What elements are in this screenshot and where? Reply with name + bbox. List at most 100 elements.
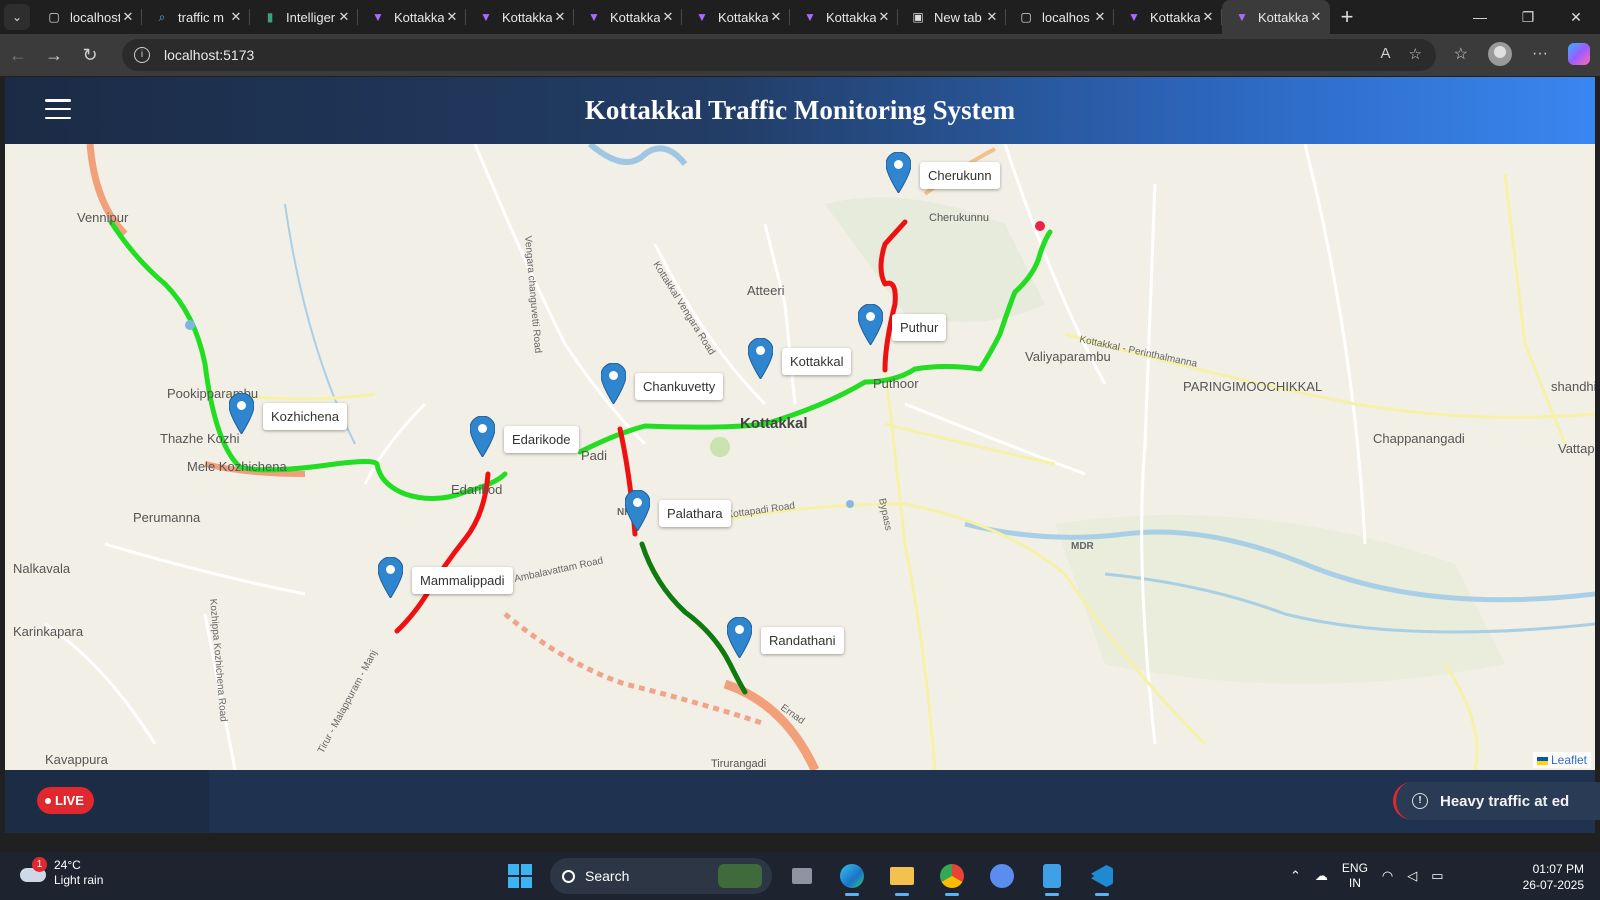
favorite-star-icon[interactable]: ☆ xyxy=(1409,45,1422,63)
browser-tab[interactable]: ▼ Kottakka ✕ xyxy=(682,0,790,34)
alert-text: Heavy traffic at ed xyxy=(1440,792,1570,810)
map-canvas: Vennipur Pookipparambu Thazhe Kozhi Mele… xyxy=(5,144,1595,770)
attribution-link[interactable]: Leaflet xyxy=(1551,753,1587,767)
close-tab-icon[interactable]: ✕ xyxy=(336,9,352,25)
weather-condition: Light rain xyxy=(54,873,104,887)
copilot-icon[interactable] xyxy=(1568,43,1590,65)
tab-title: Kottakka xyxy=(826,9,876,25)
wifi-icon[interactable]: ◠ xyxy=(1382,868,1393,884)
taskbar-search[interactable]: Search xyxy=(550,858,772,894)
place-name: Padi xyxy=(581,448,607,463)
place-name: Edarikod xyxy=(451,482,502,497)
place-name: Cherukunnu xyxy=(929,212,989,224)
traffic-map[interactable]: Vennipur Pookipparambu Thazhe Kozhi Mele… xyxy=(5,144,1595,770)
close-tab-icon[interactable]: ✕ xyxy=(552,9,568,25)
temperature: 24°C xyxy=(54,858,81,872)
map-marker-label[interactable]: Puthur xyxy=(892,314,947,341)
browser-tab[interactable]: ▢ localhos ✕ xyxy=(1006,0,1114,34)
map-marker-label[interactable]: Mammalippadi xyxy=(412,567,513,594)
more-menu-icon[interactable]: ··· xyxy=(1532,45,1548,63)
onedrive-icon[interactable]: ☁ xyxy=(1315,868,1328,884)
browser-tab[interactable]: ▼ Kottakka ✕ xyxy=(1114,0,1222,34)
tab-title: localhos xyxy=(1042,9,1090,25)
close-window-button[interactable]: ✕ xyxy=(1552,0,1600,34)
address-bar[interactable]: i localhost:5173 A ☆ xyxy=(122,39,1436,71)
browser-tab[interactable]: ▼ Kottakka ✕ xyxy=(358,0,466,34)
browser-tab[interactable]: ▼ Kottakka ✕ xyxy=(574,0,682,34)
footer-status-panel: LIVE xyxy=(5,770,209,833)
browser-tab[interactable]: ▢ localhost: ✕ xyxy=(34,0,142,34)
tab-title: Kottakka xyxy=(502,9,552,25)
windows-start-icon[interactable] xyxy=(500,856,540,896)
map-marker-pin[interactable] xyxy=(886,152,911,193)
browser-tab[interactable]: ▼ Kottakka ✕ xyxy=(466,0,574,34)
profile-avatar[interactable] xyxy=(1488,42,1513,66)
road-name: MDR xyxy=(1071,541,1095,552)
store-app-icon[interactable] xyxy=(982,856,1022,896)
forward-button[interactable]: → xyxy=(36,45,72,66)
refresh-button[interactable]: ↻ xyxy=(72,45,108,66)
edge-browser-icon[interactable] xyxy=(832,856,872,896)
browser-tab[interactable]: ▮ Intelliger ✕ xyxy=(250,0,358,34)
map-marker-label[interactable]: Cherukunn xyxy=(920,162,1000,189)
map-marker-pin[interactable] xyxy=(378,557,403,598)
traffic-alert-ticker[interactable]: ! Heavy traffic at ed xyxy=(1393,782,1600,820)
app-footer: LIVE ! Heavy traffic at ed xyxy=(5,770,1600,833)
place-name: Vattap xyxy=(1558,441,1595,456)
new-tab-button[interactable]: + xyxy=(1330,4,1364,30)
weather-widget[interactable]: 1 24°C Light rain xyxy=(18,857,104,888)
browser-tab[interactable]: ⌕ traffic m ✕ xyxy=(142,0,250,34)
chevron-up-icon[interactable]: ⌃ xyxy=(1290,868,1301,884)
notepad-icon[interactable] xyxy=(1032,856,1072,896)
language-indicator[interactable]: ENG IN xyxy=(1342,861,1368,891)
map-marker-label[interactable]: Randathani xyxy=(761,627,844,654)
favorites-icon[interactable]: ☆ xyxy=(1454,44,1468,64)
tab-title: Kottakka xyxy=(718,9,768,25)
file-explorer-icon[interactable] xyxy=(882,856,922,896)
map-marker-label[interactable]: Kozhichena xyxy=(263,403,347,430)
close-tab-icon[interactable]: ✕ xyxy=(228,9,244,25)
live-label: LIVE xyxy=(55,793,84,808)
minimize-button[interactable]: — xyxy=(1456,0,1504,34)
clock-date: 26-07-2025 xyxy=(1522,878,1584,892)
close-tab-icon[interactable]: ✕ xyxy=(768,9,784,25)
task-view-icon[interactable] xyxy=(782,856,822,896)
vscode-icon[interactable] xyxy=(1082,856,1122,896)
chrome-icon[interactable] xyxy=(932,856,972,896)
browser-tab[interactable]: ▼ Kottakka ✕ xyxy=(790,0,898,34)
tab-actions-menu[interactable]: ⌄ xyxy=(0,0,34,34)
battery-icon[interactable]: ▭ xyxy=(1431,868,1443,884)
map-marker-label[interactable]: Chankuvetty xyxy=(635,373,724,400)
back-button[interactable]: ← xyxy=(0,45,36,66)
map-marker-pin[interactable] xyxy=(601,363,626,404)
close-tab-icon[interactable]: ✕ xyxy=(120,9,136,25)
system-clock[interactable]: 01:07 PM 26-07-2025 xyxy=(1480,861,1584,893)
close-tab-icon[interactable]: ✕ xyxy=(660,9,676,25)
map-marker-pin[interactable] xyxy=(229,393,254,434)
vite-icon: ▼ xyxy=(588,10,600,24)
close-tab-icon[interactable]: ✕ xyxy=(1308,9,1324,25)
map-marker-pin[interactable] xyxy=(858,304,883,345)
browser-tab[interactable]: ▼ Kottakka ✕ xyxy=(1222,0,1330,34)
read-aloud-icon[interactable]: A xyxy=(1381,45,1391,63)
close-tab-icon[interactable]: ✕ xyxy=(984,9,1000,25)
close-tab-icon[interactable]: ✕ xyxy=(1200,9,1216,25)
map-marker-pin[interactable] xyxy=(727,617,752,658)
volume-icon[interactable]: ◁ xyxy=(1407,868,1417,884)
map-marker-label[interactable]: Edarikode xyxy=(504,426,579,453)
map-marker-label[interactable]: Kottakkal xyxy=(782,348,852,375)
site-info-icon[interactable]: i xyxy=(134,47,150,63)
map-attribution[interactable]: Leaflet xyxy=(1532,752,1591,768)
restore-button[interactable]: ❐ xyxy=(1504,0,1552,34)
close-tab-icon[interactable]: ✕ xyxy=(1092,9,1108,25)
map-marker-pin[interactable] xyxy=(625,490,650,531)
map-marker-pin[interactable] xyxy=(470,416,495,457)
map-marker-pin[interactable] xyxy=(748,338,773,379)
os-taskbar: 1 24°C Light rain Search ⌃ ☁ ENG IN ◠ ◁ ▭ … xyxy=(0,852,1600,900)
search-highlight-icon xyxy=(718,864,762,888)
browser-tab[interactable]: ▣ New tab ✕ xyxy=(898,0,1006,34)
map-marker-label[interactable]: Palathara xyxy=(659,500,731,527)
close-tab-icon[interactable]: ✕ xyxy=(876,9,892,25)
page-icon: ▢ xyxy=(48,10,60,24)
close-tab-icon[interactable]: ✕ xyxy=(444,9,460,25)
